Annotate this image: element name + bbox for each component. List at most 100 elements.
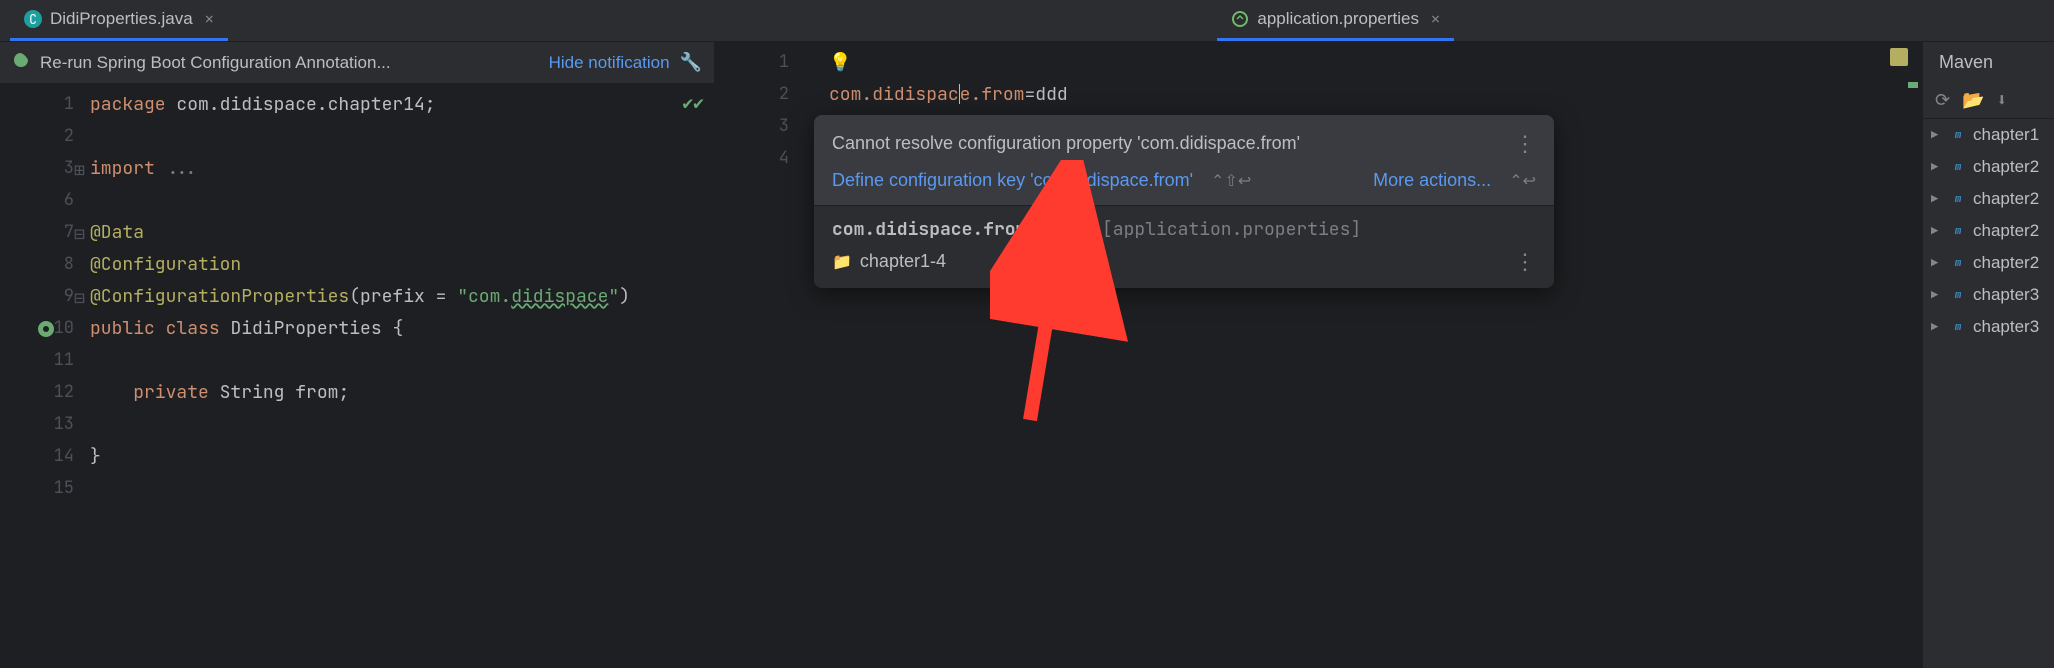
gutter: 1 2 3 4 xyxy=(715,42,805,668)
code-text: ... xyxy=(155,157,198,180)
class-name: DidiProperties xyxy=(230,317,381,340)
code-text: } xyxy=(90,445,101,468)
line-number: 9 xyxy=(64,285,74,307)
annotation: @ConfigurationProperties xyxy=(90,285,349,308)
maven-module[interactable]: ▶mchapter1 xyxy=(1923,119,2054,151)
more-icon[interactable]: ⋮ xyxy=(1514,129,1536,158)
expand-icon[interactable]: ▶ xyxy=(1931,159,1943,175)
analysis-ok-icon[interactable]: ✔✔ xyxy=(682,92,704,115)
spring-gutter-icon[interactable] xyxy=(36,319,54,337)
module-label: chapter3 xyxy=(1973,317,2039,337)
line-number: 15 xyxy=(54,477,74,499)
annotation: @Configuration xyxy=(90,253,241,276)
refresh-icon[interactable]: ⟳ xyxy=(1935,89,1950,112)
notification-text: Re-run Spring Boot Configuration Annotat… xyxy=(40,53,539,73)
field-name: from xyxy=(295,381,338,404)
expand-icon[interactable]: ▶ xyxy=(1931,287,1943,303)
code-text: ) xyxy=(619,285,630,308)
maven-module-icon: m xyxy=(1949,126,1967,144)
maven-module[interactable]: ▶mchapter2 xyxy=(1923,183,2054,215)
maven-module[interactable]: ▶ m chapter3 xyxy=(1923,279,2054,311)
keyword: package xyxy=(90,93,166,116)
usage-line[interactable]: com.didispace.from=" dd" [application.pr… xyxy=(832,218,1536,241)
shortcut-hint: ⌃↩ xyxy=(1509,171,1536,191)
more-icon[interactable]: ⋮ xyxy=(1514,247,1536,276)
close-icon[interactable]: ✕ xyxy=(1431,9,1440,29)
java-code-area[interactable]: ✔✔ 1 2 3⊞ 6 7⊟ 8 9⊟ 10 11 12 13 14 15 pa… xyxy=(0,84,714,668)
expand-icon[interactable]: ▶ xyxy=(1931,319,1943,335)
property-line[interactable]: com.didispace.from=ddd xyxy=(829,78,1922,110)
module-label: chapter3 xyxy=(1973,285,2039,305)
define-config-key-link[interactable]: Define configuration key 'com.didispace.… xyxy=(832,170,1193,191)
prop-key: from xyxy=(981,83,1024,106)
line-number: 12 xyxy=(54,381,74,403)
java-class-icon: C xyxy=(24,10,42,28)
fold-icon[interactable]: ⊟ xyxy=(74,287,92,305)
hide-notification-link[interactable]: Hide notification xyxy=(549,53,670,73)
line-number: 8 xyxy=(64,253,74,275)
code-text: (prefix = xyxy=(349,285,457,308)
java-editor-pane: Re-run Spring Boot Configuration Annotat… xyxy=(0,42,715,668)
gutter: 1 2 3⊞ 6 7⊟ 8 9⊟ 10 11 12 13 14 15 xyxy=(0,84,90,668)
line-number: 14 xyxy=(54,445,74,467)
maven-module[interactable]: ▶ m chapter3 xyxy=(1923,311,2054,343)
line-number: 1 xyxy=(779,51,789,73)
prop-key: e xyxy=(960,83,971,106)
prop-key: didispac xyxy=(872,83,958,106)
maven-tree[interactable]: ▶mchapter1 ▶mchapter2 ▶mchapter2 ▶mchapt… xyxy=(1923,119,2054,668)
prop-key: com xyxy=(829,83,861,106)
code-text: { xyxy=(382,317,404,340)
maven-module[interactable]: ▶mchapter2 xyxy=(1923,215,2054,247)
fold-icon[interactable]: ⊞ xyxy=(74,159,92,177)
maven-module[interactable]: ▶mchapter2 xyxy=(1923,151,2054,183)
keyword: import xyxy=(90,157,155,180)
line-number: 7 xyxy=(64,221,74,243)
more-actions-link[interactable]: More actions... xyxy=(1373,170,1491,191)
tab-properties-file[interactable]: application.properties ✕ xyxy=(1217,0,1454,41)
notification-bar: Re-run Spring Boot Configuration Annotat… xyxy=(0,42,714,84)
warning-indicator[interactable] xyxy=(1890,48,1908,66)
maven-module-icon: m xyxy=(1949,190,1967,208)
line-number: 6 xyxy=(64,189,74,211)
usage-key: com.didispace.from xyxy=(832,218,1026,241)
shortcut-hint: ⌃⇧↩ xyxy=(1211,171,1251,191)
maven-module-icon: m xyxy=(1949,318,1967,336)
tab-java-file[interactable]: C DidiProperties.java ✕ xyxy=(10,0,228,41)
equals: = xyxy=(1024,83,1035,106)
expand-icon[interactable]: ▶ xyxy=(1931,223,1943,239)
code-body[interactable]: package com.didispace.chapter14; import … xyxy=(90,84,714,668)
download-icon[interactable]: ⬇ xyxy=(1997,89,2008,112)
fold-icon[interactable]: ⊟ xyxy=(74,223,92,241)
keyword: public xyxy=(90,317,155,340)
usage-context: =" dd" [application.properties] xyxy=(1026,218,1361,241)
code-text: ; xyxy=(338,381,349,404)
wrench-icon[interactable]: 🔧 xyxy=(680,51,702,74)
line-number: 1 xyxy=(64,93,74,115)
close-icon[interactable]: ✕ xyxy=(205,9,214,29)
maven-title: Maven xyxy=(1923,42,2054,83)
code-text: com.didispace.chapter14; xyxy=(166,93,436,116)
string-literal: " xyxy=(608,285,619,308)
intention-bulb-icon[interactable]: 💡 xyxy=(829,51,851,74)
expand-icon[interactable]: ▶ xyxy=(1931,191,1943,207)
type: String xyxy=(220,381,285,404)
maven-module[interactable]: ▶ m chapter2 xyxy=(1923,247,2054,279)
prop-value: ddd xyxy=(1035,83,1067,106)
expand-icon[interactable]: ▶ xyxy=(1931,255,1943,271)
popup-title: Cannot resolve configuration property 'c… xyxy=(832,133,1300,154)
maven-tool-window: Maven ⟳ 📂 ⬇ ▶mchapter1 ▶mchapter2 ▶mchap… xyxy=(1922,42,2054,668)
left-tab-bar: C DidiProperties.java ✕ application.prop… xyxy=(0,0,2054,42)
maven-module-icon: m xyxy=(1949,286,1967,304)
line-number: 10 xyxy=(54,317,74,339)
usage-location[interactable]: 📁 chapter1-4 xyxy=(832,251,946,272)
module-label: chapter2 xyxy=(1973,253,2039,273)
keyword: private xyxy=(133,381,209,404)
maven-module-icon: m xyxy=(1949,254,1967,272)
line-number: 11 xyxy=(54,349,74,371)
spring-props-icon xyxy=(1231,10,1249,28)
expand-icon[interactable]: ▶ xyxy=(1931,127,1943,143)
line-number: 13 xyxy=(54,413,74,435)
spring-leaf-icon xyxy=(12,51,30,75)
generate-sources-icon[interactable]: 📂 xyxy=(1962,89,1984,112)
tab-label: application.properties xyxy=(1257,9,1419,29)
